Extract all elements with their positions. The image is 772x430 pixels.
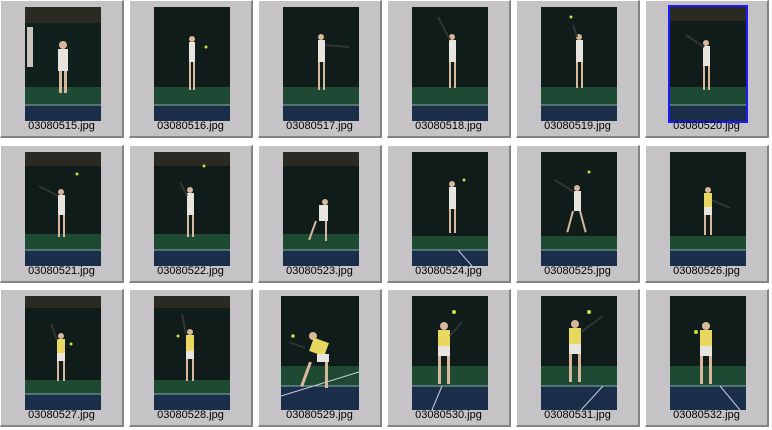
thumbnail-filename: 03080528.jpg: [157, 409, 224, 421]
thumbnail-filename: 03080517.jpg: [286, 120, 353, 132]
thumbnail-filename: 03080527.jpg: [28, 409, 95, 421]
thumbnail-image[interactable]: [154, 152, 230, 266]
thumbnail-image[interactable]: [281, 296, 359, 410]
thumbnail-image[interactable]: [154, 296, 230, 410]
thumbnail-filename: 03080525.jpg: [544, 265, 611, 277]
thumbnail-image[interactable]: [25, 7, 101, 121]
thumbnail-image[interactable]: [541, 7, 617, 121]
thumbnail-image[interactable]: [412, 7, 488, 121]
thumbnail-filename: 03080526.jpg: [673, 265, 740, 277]
thumbnail-image[interactable]: [154, 7, 230, 121]
thumbnail-filename: 03080523.jpg: [286, 265, 353, 277]
thumbnail-filename: 03080515.jpg: [28, 120, 95, 132]
thumbnail-image[interactable]: [670, 296, 746, 410]
thumbnail-filename: 03080518.jpg: [415, 120, 482, 132]
thumbnail-filename: 03080524.jpg: [415, 265, 482, 277]
thumbnail-item[interactable]: 03080524.jpg: [387, 145, 511, 283]
thumbnail-item[interactable]: 03080531.jpg: [516, 289, 640, 427]
thumbnail-item[interactable]: 03080519.jpg: [516, 0, 640, 138]
thumbnail-filename: 03080519.jpg: [544, 120, 611, 132]
thumbnail-item[interactable]: 03080516.jpg: [129, 0, 253, 138]
thumbnail-image[interactable]: [412, 152, 488, 266]
thumbnail-item[interactable]: 03080517.jpg: [258, 0, 382, 138]
thumbnail-image[interactable]: [541, 152, 617, 266]
thumbnail-filename: 03080531.jpg: [544, 409, 611, 421]
thumbnail-item[interactable]: 03080523.jpg: [258, 145, 382, 283]
thumbnail-filename: 03080529.jpg: [286, 409, 353, 421]
thumbnail-item[interactable]: 03080530.jpg: [387, 289, 511, 427]
thumbnail-item[interactable]: 03080527.jpg: [0, 289, 124, 427]
thumbnail-grid: 03080515.jpg 03080516.jpg 03080517.jpg 0…: [0, 0, 772, 430]
thumbnail-item[interactable]: 03080520.jpg: [645, 0, 769, 138]
thumbnail-filename: 03080521.jpg: [28, 265, 95, 277]
thumbnail-item[interactable]: 03080515.jpg: [0, 0, 124, 138]
thumbnail-item[interactable]: 03080529.jpg: [258, 289, 382, 427]
thumbnail-item[interactable]: 03080528.jpg: [129, 289, 253, 427]
thumbnail-image[interactable]: [283, 152, 359, 266]
thumbnail-item[interactable]: 03080532.jpg: [645, 289, 769, 427]
thumbnail-filename: 03080516.jpg: [157, 120, 224, 132]
thumbnail-item[interactable]: 03080521.jpg: [0, 145, 124, 283]
thumbnail-image[interactable]: [412, 296, 488, 410]
thumbnail-filename: 03080530.jpg: [415, 409, 482, 421]
thumbnail-filename: 03080532.jpg: [673, 409, 740, 421]
thumbnail-filename: 03080520.jpg: [673, 120, 740, 132]
thumbnail-image[interactable]: [541, 296, 617, 410]
thumbnail-item[interactable]: 03080522.jpg: [129, 145, 253, 283]
thumbnail-image[interactable]: [25, 296, 101, 410]
thumbnail-item[interactable]: 03080525.jpg: [516, 145, 640, 283]
thumbnail-item[interactable]: 03080518.jpg: [387, 0, 511, 138]
thumbnail-image[interactable]: [283, 7, 359, 121]
thumbnail-image[interactable]: [670, 152, 746, 266]
thumbnail-item[interactable]: 03080526.jpg: [645, 145, 769, 283]
thumbnail-filename: 03080522.jpg: [157, 265, 224, 277]
thumbnail-image[interactable]: [25, 152, 101, 266]
thumbnail-image[interactable]: [668, 5, 748, 123]
